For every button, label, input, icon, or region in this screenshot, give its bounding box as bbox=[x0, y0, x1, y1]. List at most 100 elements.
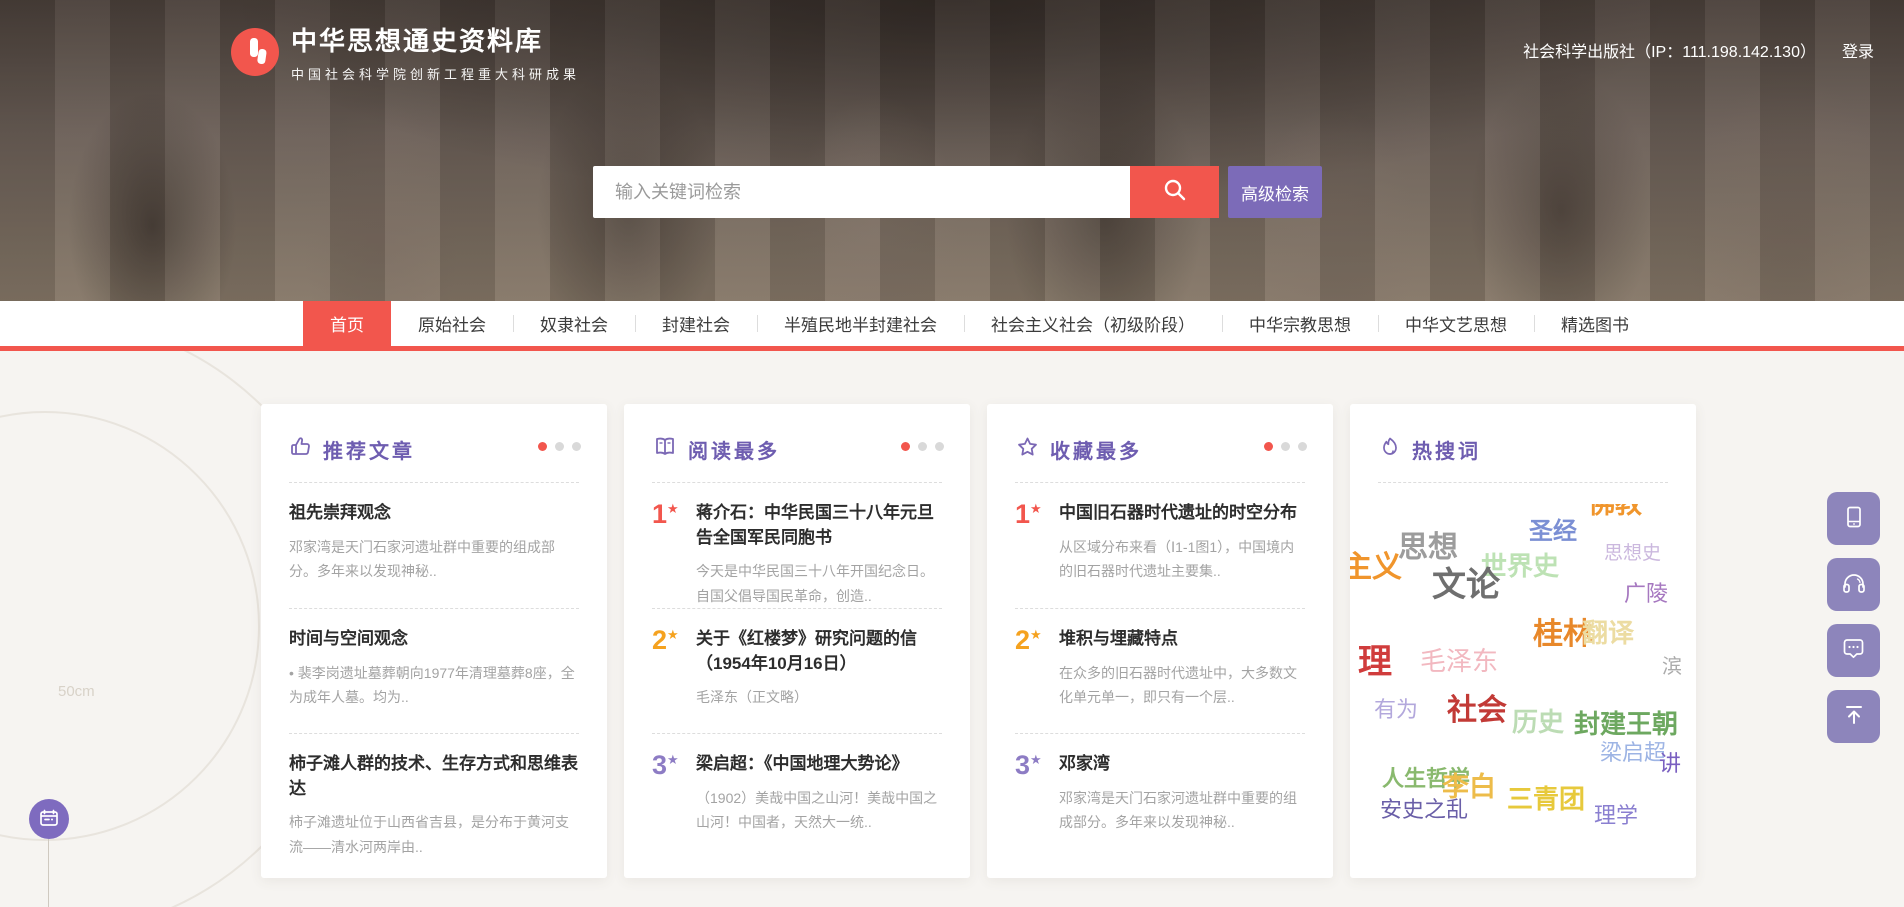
brand-text: 中华思想通史资料库 中国社会科学院创新工程重大科研成果 bbox=[291, 21, 580, 83]
star-icon bbox=[1015, 435, 1040, 464]
nav-tab-8[interactable]: 精选图书 bbox=[1534, 301, 1656, 346]
hot-word[interactable]: 社会 bbox=[1447, 694, 1507, 727]
card-recommended: 推荐文章祖先崇拜观念邓家湾是天门石家河遗址群中重要的组成部分。多年来以发现神秘.… bbox=[261, 404, 607, 878]
item-title[interactable]: 梁启超：《中国地理大势论》 bbox=[696, 752, 942, 777]
list-item[interactable]: 2★堆积与埋藏特点在众多的旧石器时代遗址中，大多数文化单元单一，即只有一个层.. bbox=[1015, 608, 1305, 733]
nav-tab-2[interactable]: 奴隶社会 bbox=[513, 301, 635, 346]
calendar-icon bbox=[38, 807, 60, 832]
hot-word[interactable]: 理 bbox=[1358, 644, 1392, 681]
hot-word[interactable]: 思想史 bbox=[1604, 544, 1661, 565]
item-title[interactable]: 祖先崇拜观念 bbox=[289, 501, 579, 526]
nav-tab-4[interactable]: 半殖民地半封建社会 bbox=[757, 301, 964, 346]
list-item[interactable]: 2★关于《红楼梦》研究问题的信（1954年10月16日） 毛泽东（正文略） bbox=[652, 608, 942, 733]
mobile-button[interactable] bbox=[1827, 492, 1880, 545]
page: 中华思想通史资料库 中国社会科学院创新工程重大科研成果 社会科学出版社（IP：1… bbox=[0, 0, 1904, 907]
list-item[interactable]: 柿子滩人群的技术、生存方式和思维表达柿子滩遗址位于山西省吉县，是分布于黄河支流—… bbox=[289, 733, 579, 858]
hero-banner: 中华思想通史资料库 中国社会科学院创新工程重大科研成果 社会科学出版社（IP：1… bbox=[0, 0, 1904, 301]
hot-word[interactable]: 理学 bbox=[1594, 804, 1638, 828]
headphones-button[interactable] bbox=[1827, 558, 1880, 611]
brand[interactable]: 中华思想通史资料库 中国社会科学院创新工程重大科研成果 bbox=[231, 21, 580, 83]
carousel-dots bbox=[538, 442, 581, 451]
advanced-search-button[interactable]: 高级检索 bbox=[1228, 166, 1322, 218]
nav-tab-7[interactable]: 中华文艺思想 bbox=[1378, 301, 1534, 346]
carousel-dot[interactable] bbox=[901, 442, 910, 451]
carousel-dot[interactable] bbox=[572, 442, 581, 451]
item-title[interactable]: 蒋介石：中华民国三十八年元旦告全国军民同胞书 bbox=[696, 501, 942, 550]
site-title: 中华思想通史资料库 bbox=[291, 21, 580, 58]
list-item[interactable]: 1★蒋介石：中华民国三十八年元旦告全国军民同胞书今天是中华民国三十八年开国纪念日… bbox=[652, 483, 942, 608]
hot-word[interactable]: 广陵 bbox=[1624, 582, 1668, 606]
carousel-dot[interactable] bbox=[1298, 442, 1307, 451]
login-link[interactable]: 登录 bbox=[1842, 38, 1874, 62]
timeline-line bbox=[48, 839, 49, 907]
nav-underline bbox=[0, 346, 1904, 351]
item-title[interactable]: 堆积与埋藏特点 bbox=[1059, 627, 1305, 652]
item-desc: 邓家湾是天门石家河遗址群中重要的组成部分。多年来以发现神秘.. bbox=[289, 535, 579, 584]
list-item[interactable]: 3★梁启超：《中国地理大势论》（1902）美哉中国之山河！美哉中国之山河！中国者… bbox=[652, 733, 942, 858]
card-divider bbox=[1378, 482, 1668, 483]
rank-badge: 1★ bbox=[652, 501, 696, 608]
hot-word[interactable]: 主义 bbox=[1350, 551, 1402, 584]
hot-word[interactable]: 圣经 bbox=[1529, 519, 1577, 545]
list-item[interactable]: 祖先崇拜观念邓家湾是天门石家河遗址群中重要的组成部分。多年来以发现神秘.. bbox=[289, 483, 579, 608]
rank-badge: 2★ bbox=[652, 627, 696, 733]
hot-word[interactable]: 安史之乱 bbox=[1380, 798, 1468, 822]
carousel-dot[interactable] bbox=[1264, 442, 1273, 451]
search-icon bbox=[1160, 176, 1190, 209]
hot-word[interactable]: 翻译 bbox=[1582, 619, 1634, 648]
nav-tab-0[interactable]: 首页 bbox=[303, 301, 391, 346]
list-item[interactable]: 3★邓家湾邓家湾是天门石家河遗址群中重要的组成部分。多年来以发现神秘.. bbox=[1015, 733, 1305, 858]
hot-word[interactable]: 文论 bbox=[1432, 567, 1500, 604]
carousel-dot[interactable] bbox=[1281, 442, 1290, 451]
hot-word[interactable]: 佛教 bbox=[1588, 504, 1642, 520]
site-subtitle: 中国社会科学院创新工程重大科研成果 bbox=[291, 64, 580, 83]
card-title: 收藏最多 bbox=[1050, 435, 1142, 464]
card-most-collected: 收藏最多 1★中国旧石器时代遗址的时空分布从区域分布来看（Ⅰ1-1图1），中国境内… bbox=[987, 404, 1333, 878]
hot-word[interactable]: 历史 bbox=[1512, 708, 1564, 737]
nav-tab-3[interactable]: 封建社会 bbox=[635, 301, 757, 346]
card-header: 推荐文章 bbox=[289, 432, 579, 466]
nav-tab-1[interactable]: 原始社会 bbox=[391, 301, 513, 346]
flame-icon bbox=[1378, 435, 1402, 464]
item-title[interactable]: 时间与空间观念 bbox=[289, 627, 579, 652]
hot-word[interactable]: 梁启超 bbox=[1600, 741, 1666, 765]
book-icon bbox=[652, 435, 678, 464]
headphones-icon bbox=[1840, 570, 1868, 599]
item-desc: （1902）美哉中国之山河！美哉中国之山河！中国者，天然大一统.. bbox=[696, 786, 942, 835]
item-desc: • 裴李岗遗址墓葬朝向1977年清理墓葬8座，全为成年人墓。均为.. bbox=[289, 661, 579, 710]
card-title: 热搜词 bbox=[1412, 435, 1481, 464]
carousel-dot[interactable] bbox=[555, 442, 564, 451]
timeline-button[interactable] bbox=[29, 799, 69, 839]
back-to-top-button[interactable] bbox=[1827, 690, 1880, 743]
carousel-dot[interactable] bbox=[538, 442, 547, 451]
rank-badge: 3★ bbox=[1015, 752, 1059, 858]
nav-tab-5[interactable]: 社会主义社会（初级阶段） bbox=[964, 301, 1222, 346]
watermark-label: 50cm bbox=[58, 683, 95, 700]
item-desc: 毛泽东（正文略） bbox=[696, 685, 942, 710]
hot-word[interactable]: 有为 bbox=[1374, 698, 1418, 722]
item-title[interactable]: 关于《红楼梦》研究问题的信（1954年10月16日） bbox=[696, 627, 942, 676]
hot-word[interactable]: 思想 bbox=[1398, 531, 1458, 564]
hot-word[interactable]: 封建王朝 bbox=[1574, 710, 1678, 739]
hot-word[interactable]: 滨 bbox=[1662, 656, 1682, 678]
chat-button[interactable] bbox=[1827, 624, 1880, 677]
hot-word[interactable]: 三青团 bbox=[1507, 785, 1585, 814]
list-item[interactable]: 时间与空间观念 • 裴李岗遗址墓葬朝向1977年清理墓葬8座，全为成年人墓。均为.… bbox=[289, 608, 579, 733]
thumbs-up-icon bbox=[289, 435, 313, 464]
hot-word[interactable]: 毛泽东 bbox=[1420, 647, 1498, 676]
search-input[interactable] bbox=[593, 166, 1130, 218]
header-meta: 社会科学出版社（IP：111.198.142.130） 登录 bbox=[1523, 38, 1874, 62]
nav-tab-6[interactable]: 中华宗教思想 bbox=[1222, 301, 1378, 346]
cards-row: 推荐文章祖先崇拜观念邓家湾是天门石家河遗址群中重要的组成部分。多年来以发现神秘.… bbox=[261, 404, 1696, 878]
list-item[interactable]: 1★中国旧石器时代遗址的时空分布从区域分布来看（Ⅰ1-1图1），中国境内的旧石器… bbox=[1015, 483, 1305, 608]
carousel-dots bbox=[901, 442, 944, 451]
search-button[interactable] bbox=[1130, 166, 1219, 218]
carousel-dot[interactable] bbox=[918, 442, 927, 451]
item-title[interactable]: 柿子滩人群的技术、生存方式和思维表达 bbox=[289, 752, 579, 801]
content-area: 50cm 推荐文章祖先崇拜观念邓家湾是天门石家河遗址群中重要的组成部分。多年来以… bbox=[0, 351, 1904, 907]
hot-word[interactable]: 讲 bbox=[1659, 752, 1681, 776]
item-title[interactable]: 邓家湾 bbox=[1059, 752, 1305, 777]
carousel-dot[interactable] bbox=[935, 442, 944, 451]
card-header: 热搜词 bbox=[1378, 432, 1668, 466]
item-title[interactable]: 中国旧石器时代遗址的时空分布 bbox=[1059, 501, 1305, 526]
